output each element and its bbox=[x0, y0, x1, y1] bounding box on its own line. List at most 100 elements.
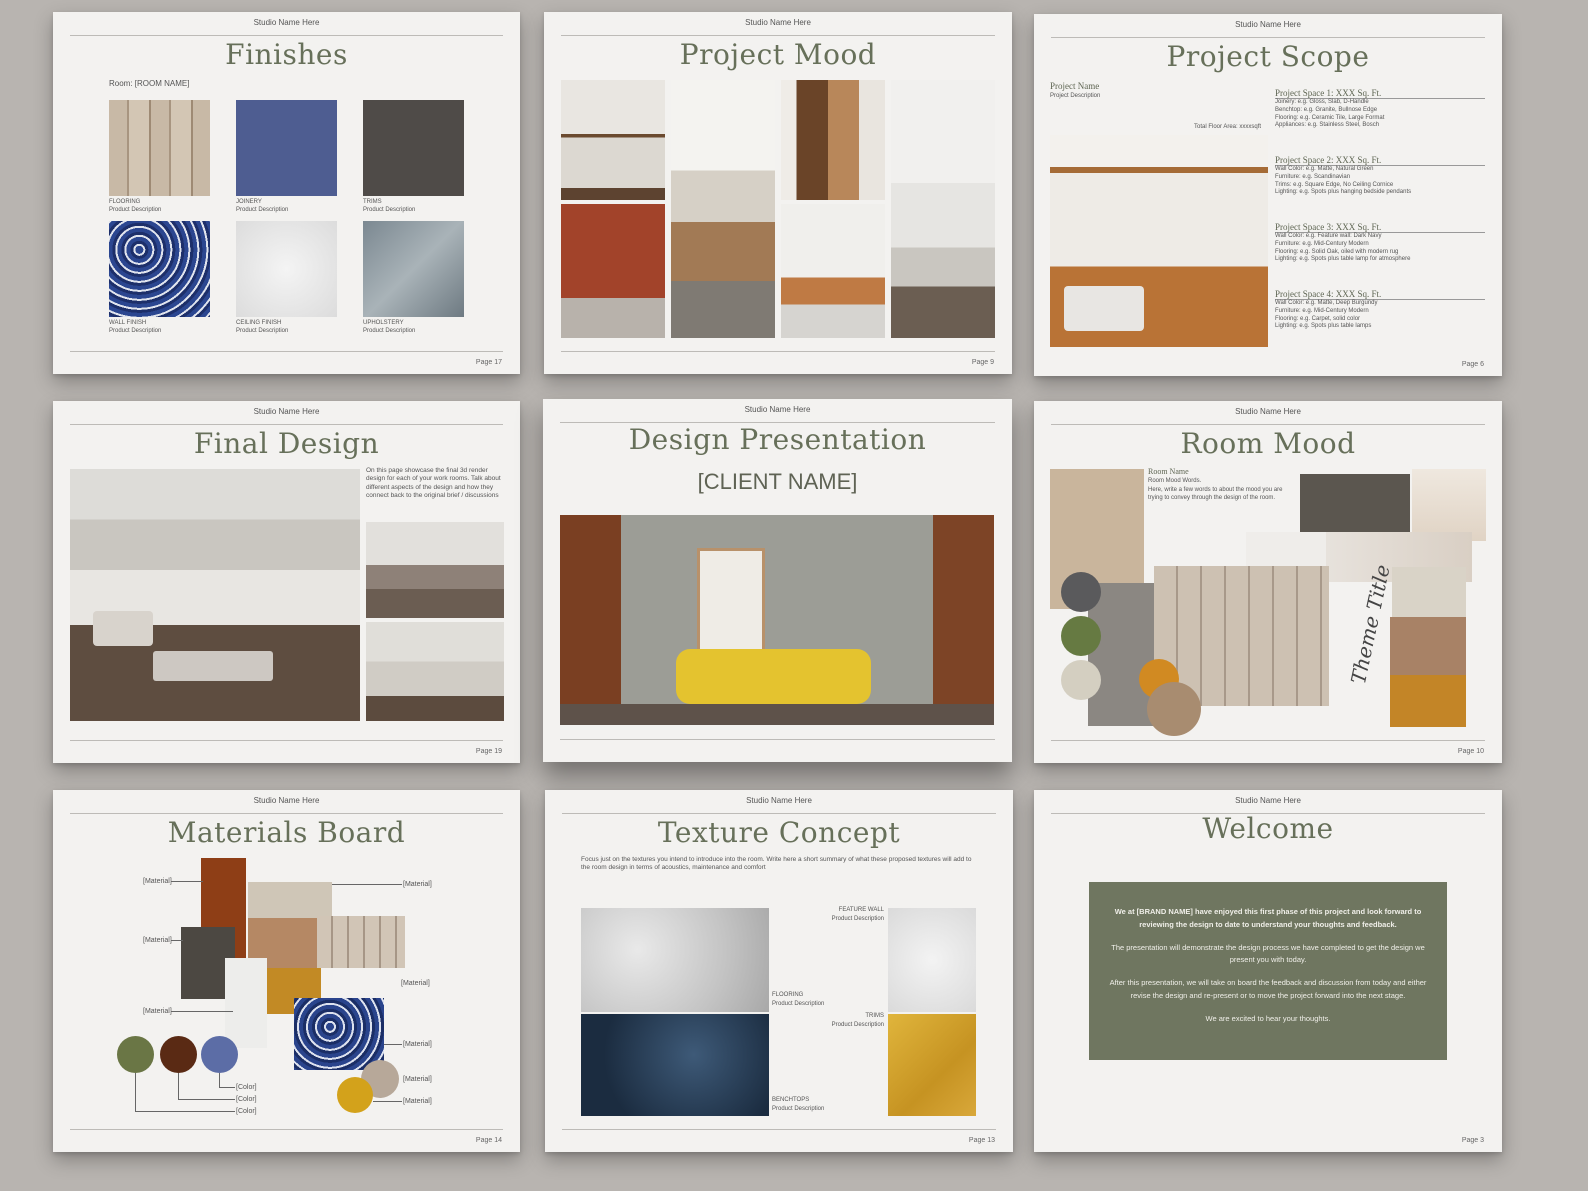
color-dot-stone bbox=[1061, 660, 1101, 700]
scope-space-4: Project Space 4: XXX Sq. Ft. Wall Color:… bbox=[1275, 289, 1485, 331]
divider bbox=[70, 1129, 503, 1130]
divider bbox=[70, 35, 503, 36]
living-room-render bbox=[70, 469, 360, 721]
studio-name: Studio Name Here bbox=[744, 405, 811, 414]
texture-label: FLOORING bbox=[772, 992, 804, 998]
leader-line bbox=[219, 1087, 235, 1088]
space-line: Lighting: e.g. Spots plus hanging bedsid… bbox=[1275, 189, 1412, 196]
finish-label: WALL FINISH bbox=[109, 320, 147, 326]
studio-name: Studio Name Here bbox=[253, 796, 320, 805]
studio-name: Studio Name Here bbox=[253, 18, 320, 27]
space-line: Lighting: e.g. Spots plus table lamp for… bbox=[1275, 256, 1411, 263]
page-materials-board[interactable]: Studio Name Here Materials Board [Materi… bbox=[53, 790, 520, 1152]
page-final-design[interactable]: Studio Name Here Final Design On this pa… bbox=[53, 401, 520, 763]
finish-desc: Product Description bbox=[363, 328, 416, 334]
divider bbox=[70, 424, 503, 425]
page-finishes[interactable]: Studio Name Here Finishes Room: [ROOM NA… bbox=[53, 12, 520, 374]
finish-desc: Product Description bbox=[236, 328, 289, 334]
color-dot-brown bbox=[160, 1036, 197, 1073]
welcome-paragraph: The presentation will demonstrate the de… bbox=[1111, 942, 1425, 965]
leader-line bbox=[178, 1099, 235, 1100]
sofa-shape bbox=[93, 611, 153, 646]
pendant-light-photo bbox=[1412, 469, 1486, 541]
knit-swatch bbox=[248, 882, 332, 918]
page-project-scope[interactable]: Studio Name Here Project Scope Project N… bbox=[1034, 14, 1502, 376]
divider bbox=[1051, 740, 1485, 741]
page-title: Room Mood bbox=[1180, 427, 1356, 460]
page-texture-concept[interactable]: Studio Name Here Texture Concept Focus j… bbox=[545, 790, 1013, 1152]
divider bbox=[561, 351, 995, 352]
space-line: Wall Color: e.g. Matte, Deep Burgundy bbox=[1275, 300, 1378, 306]
finish-desc: Product Description bbox=[236, 207, 289, 213]
color-dot-taupe bbox=[1147, 682, 1201, 736]
divider bbox=[562, 1129, 996, 1130]
space-line: Furniture: e.g. Scandinavian bbox=[1275, 173, 1351, 180]
total-floor-area: Total Floor Area: xxxxsqft bbox=[1194, 124, 1262, 130]
space-line: Joinery: e.g. Gloss, Slab, D-Handle bbox=[1275, 99, 1369, 105]
knit-texture bbox=[1392, 567, 1466, 617]
space-line: Furniture: e.g. Mid-Century Modern bbox=[1275, 240, 1369, 247]
page-number: Page 9 bbox=[971, 359, 994, 366]
blue-pattern-swatch bbox=[294, 998, 384, 1070]
scope-space-3: Project Space 3: XXX Sq. Ft. Wall Color:… bbox=[1275, 222, 1485, 264]
material-label: [Material] bbox=[401, 980, 430, 987]
material-label: [Material] bbox=[403, 1098, 432, 1105]
leader-line bbox=[135, 1073, 136, 1111]
grey-fabric bbox=[1088, 583, 1154, 726]
fur-texture bbox=[1300, 474, 1410, 536]
finish-desc: Product Description bbox=[109, 328, 162, 334]
page-number: Page 17 bbox=[475, 359, 502, 366]
room-mood-text: Here, write a few words to about the moo… bbox=[1148, 487, 1283, 501]
page-number: Page 14 bbox=[475, 1137, 502, 1144]
page-project-mood[interactable]: Studio Name Here Project Mood Page 9 bbox=[544, 12, 1012, 374]
page-welcome[interactable]: Studio Name Here Welcome We at [BRAND NA… bbox=[1034, 790, 1502, 1152]
feature-wall-texture bbox=[888, 908, 976, 1012]
material-label: [Material] bbox=[403, 1076, 432, 1083]
studio-name: Studio Name Here bbox=[745, 18, 811, 27]
page-title: Project Scope bbox=[1166, 40, 1370, 73]
floor bbox=[560, 704, 994, 725]
page-number: Page 3 bbox=[1461, 1137, 1484, 1144]
page-room-mood[interactable]: Studio Name Here Room Mood Room Name Roo… bbox=[1034, 401, 1502, 763]
flooring-swatch bbox=[109, 100, 210, 196]
space-line: Appliances: e.g. Stainless Steel, Bosch bbox=[1275, 122, 1380, 129]
project-description: Project Description bbox=[1050, 93, 1101, 99]
joinery-swatch bbox=[236, 100, 337, 196]
framed-art bbox=[697, 548, 765, 652]
space-heading: Project Space 2: XXX Sq. Ft. bbox=[1275, 155, 1382, 165]
leader-line bbox=[135, 1111, 235, 1112]
ceiling-finish-swatch bbox=[236, 221, 337, 317]
studio-name: Studio Name Here bbox=[1235, 20, 1301, 29]
finish-label: TRIMS bbox=[363, 199, 382, 205]
leader-line bbox=[171, 881, 203, 882]
room-name: Room Name bbox=[1148, 467, 1189, 476]
leader-line bbox=[171, 940, 183, 941]
room-label: Room: [ROOM NAME] bbox=[109, 79, 190, 88]
texture-label: TRIMS bbox=[865, 1013, 884, 1019]
leader-line bbox=[171, 1011, 233, 1012]
space-line: Flooring: e.g. Carpet, solid color bbox=[1275, 315, 1361, 322]
studio-name: Studio Name Here bbox=[253, 407, 320, 416]
space-line: Flooring: e.g. Ceramic Tile, Large Forma… bbox=[1275, 114, 1385, 121]
welcome-paragraph: We are excited to hear your thoughts. bbox=[1205, 1013, 1331, 1023]
trims-swatch bbox=[363, 100, 464, 196]
divider bbox=[70, 351, 503, 352]
space-heading: Project Space 3: XXX Sq. Ft. bbox=[1275, 222, 1382, 232]
sink-basin bbox=[1064, 286, 1144, 331]
leader-line bbox=[178, 1073, 179, 1099]
finish-label: CEILING FINISH bbox=[236, 320, 282, 326]
cutting-boards-photo bbox=[781, 80, 885, 200]
wall-lights-photo bbox=[781, 204, 885, 338]
page-title: Design Presentation bbox=[628, 423, 927, 456]
client-name: [CLIENT NAME] bbox=[697, 469, 858, 494]
texture-label: FEATURE WALL bbox=[838, 907, 884, 913]
page-design-presentation[interactable]: Studio Name Here Design Presentation [CL… bbox=[543, 399, 1012, 762]
divider bbox=[561, 35, 995, 36]
color-label: [Color] bbox=[236, 1108, 257, 1115]
material-label: [Material] bbox=[143, 937, 172, 944]
wall-finish-swatch bbox=[109, 221, 210, 317]
leader-line bbox=[332, 884, 402, 885]
finish-desc: Product Description bbox=[109, 207, 162, 213]
gold-dot bbox=[337, 1077, 373, 1113]
camel-fabric bbox=[1390, 617, 1466, 675]
